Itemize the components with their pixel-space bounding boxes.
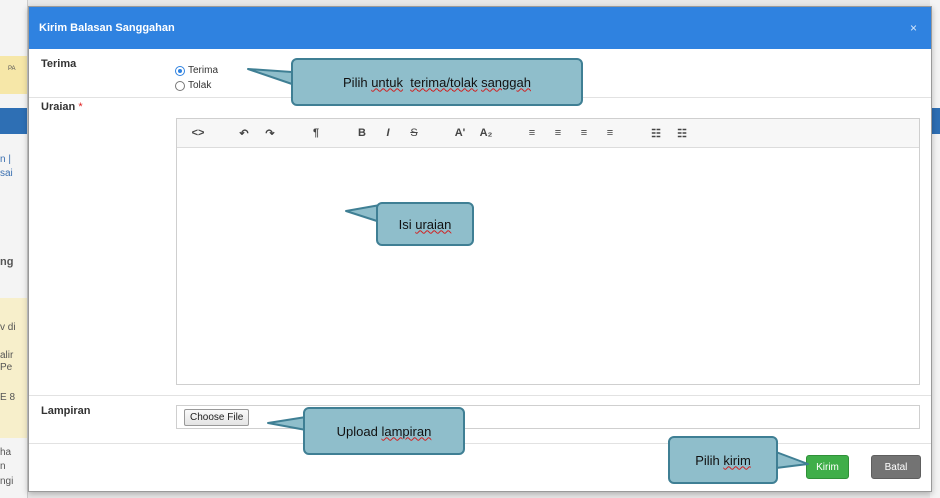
callout-text: Pilih: [343, 74, 372, 90]
callout-text: Upload: [336, 423, 382, 439]
callout-text: sanggah: [481, 74, 531, 90]
callout-lampiran: Upload lampiran: [303, 407, 465, 455]
callout-terima: Pilih untuk terima/tolak sanggah: [291, 58, 583, 106]
callout-text: lampiran: [381, 423, 432, 439]
callout-text: terima/tolak: [410, 74, 478, 90]
callout-uraian: Isi uraian: [376, 202, 474, 246]
callout-text: Pilih: [695, 452, 724, 468]
callout-kirim: Pilih kirim: [668, 436, 778, 484]
callout-text: kirim: [723, 452, 751, 468]
callout-text: untuk: [371, 74, 404, 90]
callout-text: uraian: [415, 216, 452, 232]
callout-text: Isi: [398, 216, 416, 232]
